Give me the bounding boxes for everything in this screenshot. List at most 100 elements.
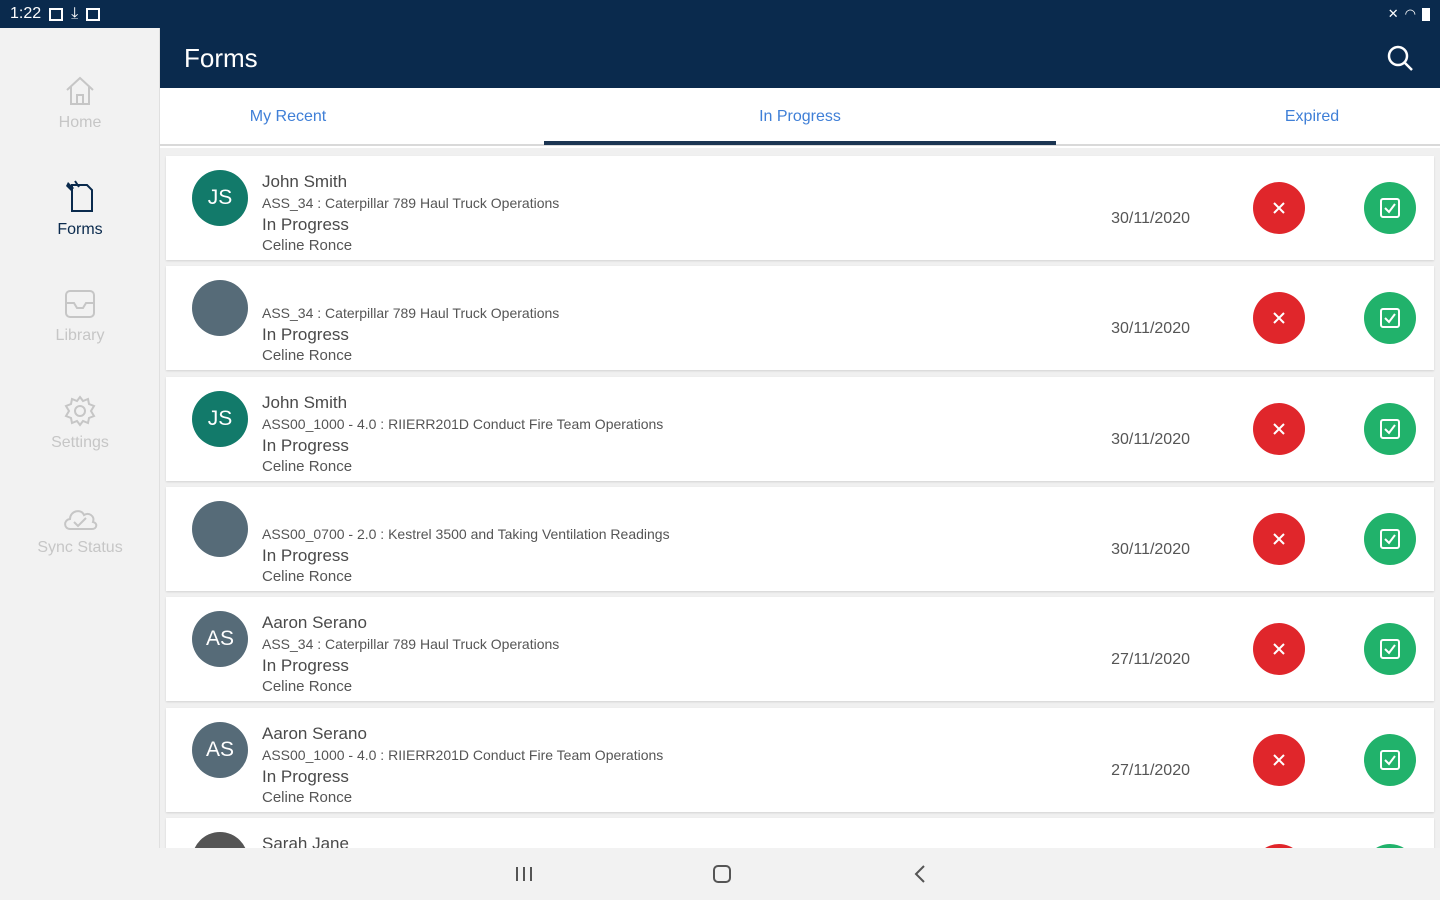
form-row[interactable]: ASS_34 : Caterpillar 789 Haul Truck Oper… [166,266,1434,371]
form-owner: Celine Ronce [262,457,353,475]
gallery-notification-icon [49,7,64,21]
assignee-name: John Smith [262,172,348,191]
assignee-name [262,503,670,523]
sidebar: Home Forms Library Settings Sync Status [0,28,160,848]
form-owner: Celine Ronce [262,678,353,696]
complete-button[interactable] [1364,402,1416,455]
delete-button[interactable] [1253,733,1305,786]
form-row[interactable]: ASS00_0700 - 2.0 : Kestrel 3500 and Taki… [166,486,1434,591]
sidebar-item-settings[interactable]: Settings [0,378,160,468]
search-icon [1387,45,1413,71]
avatar [192,831,248,848]
close-icon [1273,533,1285,545]
form-row[interactable]: JS John Smith ASS_34 : Caterpillar 789 Hau… [166,156,1434,260]
complete-button[interactable] [1364,182,1416,234]
status-bar: 1:22 ⤓ ✕ ◠ [0,0,1440,28]
complete-button[interactable] [1364,512,1416,565]
form-title: ASS00_1000 - 4.0 : RIIERR201D Conduct Fi… [262,746,664,763]
checkbox-check-icon [1380,639,1400,660]
form-date: 27/11/2020 [1111,761,1190,779]
form-title: ASS_34 : Caterpillar 789 Haul Truck Oper… [262,305,560,322]
form-title: ASS_34 : Caterpillar 789 Haul Truck Oper… [262,195,560,211]
form-owner: Celine Ronce [262,567,353,585]
close-icon [1273,753,1285,766]
form-status: In Progress [262,215,349,234]
home-nav-icon [713,865,731,883]
clock: 1:22 [10,5,42,22]
tab-my-recent[interactable]: My Recent [160,88,416,146]
delete-button[interactable] [1253,292,1305,345]
back-button[interactable] [900,860,940,888]
form-row[interactable]: AS Aaron Serano ASS00_1000 - 4.0 : RIIERR2… [166,707,1434,812]
delete-button[interactable] [1253,623,1305,676]
delete-button[interactable] [1253,512,1305,565]
form-status: In Progress [262,656,349,676]
sidebar-item-label: Library [55,327,105,344]
mute-icon: ✕ [1387,6,1399,21]
complete-button[interactable] [1364,623,1416,676]
form-row[interactable]: Sarah Jane [166,817,1434,848]
form-title: ASS00_0700 - 2.0 : Kestrel 3500 and Taki… [262,525,670,542]
close-icon [1273,202,1285,214]
recent-apps-icon [516,867,532,881]
form-owner: Celine Ronce [262,237,353,254]
checkbox-check-icon [1380,308,1400,329]
form-owner: Celine Ronce [262,788,353,806]
tab-bar: My Recent In Progress Expired [160,88,1440,146]
system-nav-bar [0,848,1440,900]
form-date: 30/11/2020 [1111,540,1190,558]
form-row[interactable]: AS Aaron Serano ASS_34 : Caterpillar 789 H… [166,597,1434,702]
sidebar-item-sync-status[interactable]: Sync Status [0,485,160,575]
gear-icon [64,395,96,427]
form-details: John Smith ASS00_1000 - 4.0 : RIIERR201D … [262,393,663,477]
tab-expired[interactable]: Expired [1184,88,1440,146]
form-details: Sarah Jane [262,834,349,848]
sidebar-item-label: Settings [51,434,109,451]
wifi-icon: ◠ [1404,6,1416,21]
form-status: In Progress [262,766,349,786]
home-nav-button[interactable] [702,860,742,888]
avatar: AS [192,721,248,778]
checkbox-check-icon [1380,528,1400,549]
sidebar-item-label: Forms [57,221,103,238]
sidebar-item-library[interactable]: Library [0,271,160,361]
app-header: Forms [160,28,1440,88]
home-icon [66,76,94,105]
form-date: 27/11/2020 [1111,651,1190,669]
assignee-name [262,282,559,302]
avatar: JS [192,390,248,447]
form-details: Aaron Serano ASS00_1000 - 4.0 : RIIERR201… [262,724,663,808]
complete-button[interactable] [1364,733,1416,786]
delete-button[interactable] [1253,182,1305,234]
form-status: In Progress [262,545,349,565]
form-status: In Progress [262,435,349,455]
forms-list: JS John Smith ASS_34 : Caterpillar 789 Hau… [160,148,1440,848]
recent-apps-button[interactable] [504,860,544,888]
form-title: ASS00_1000 - 4.0 : RIIERR201D Conduct Fi… [262,415,664,432]
sidebar-item-label: Sync Status [37,539,123,556]
form-title: ASS_34 : Caterpillar 789 Haul Truck Oper… [262,636,560,653]
form-details: John Smith ASS_34 : Caterpillar 789 Haul … [262,172,559,256]
sidebar-item-home[interactable]: Home [0,58,160,148]
active-tab-indicator [544,141,1056,145]
assignee-name: Aaron Serano [262,723,367,743]
forms-icon [66,180,93,212]
form-details: Aaron Serano ASS_34 : Caterpillar 789 Hau… [262,613,559,697]
battery-icon [1422,7,1430,21]
delete-button[interactable] [1253,402,1305,455]
download-notification-icon: ⤓ [71,5,79,22]
search-button[interactable] [1384,42,1416,74]
form-date: 30/11/2020 [1111,320,1190,338]
form-row[interactable]: JS John Smith ASS00_1000 - 4.0 : RIIERR201… [166,376,1434,481]
form-owner: Celine Ronce [262,347,353,365]
avatar [192,280,248,337]
close-icon [1273,422,1285,435]
app-notification-icon [86,7,101,21]
assignee-name: Aaron Serano [262,613,367,633]
complete-button[interactable] [1364,292,1416,345]
avatar: JS [192,170,248,226]
tab-in-progress[interactable]: In Progress [544,88,1056,146]
sidebar-item-forms[interactable]: Forms [0,164,160,254]
close-icon [1273,643,1285,655]
sidebar-item-label: Home [58,114,102,131]
